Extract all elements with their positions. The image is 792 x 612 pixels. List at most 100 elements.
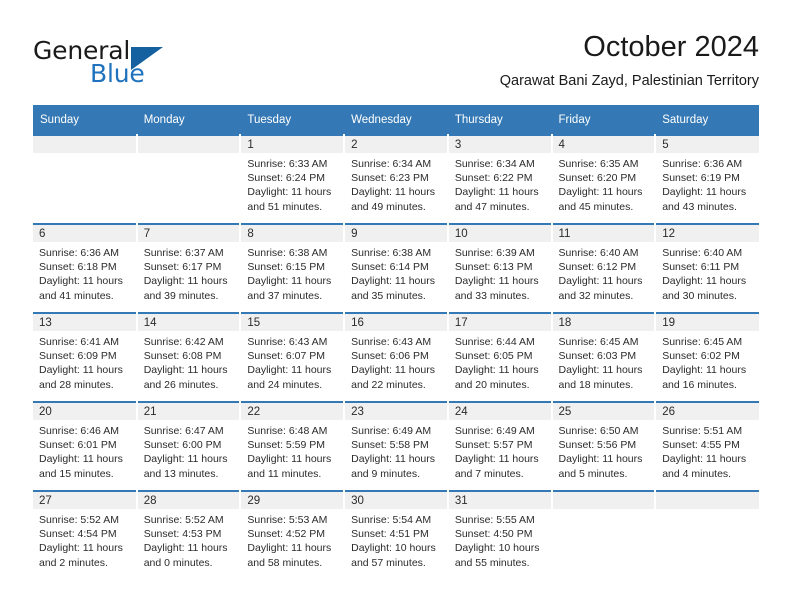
day-daylight-line1-text: Daylight: 11 hours xyxy=(662,453,747,466)
calendar-day-cell[interactable]: 19 Sunrise: 6:45 AM Sunset: 6:02 PM Dayligh… xyxy=(655,312,759,402)
day-number: 1 xyxy=(241,136,344,153)
day-cell-details: Sunrise: 6:39 AM Sunset: 6:13 PM Daylight:… xyxy=(449,242,551,303)
day-cell-inner: 14 Sunrise: 6:42 AM Sunset: 6:08 PM Dayligh… xyxy=(137,314,240,401)
calendar-day-cell[interactable]: 3 Sunrise: 6:34 AM Sunset: 6:22 PM Daylight… xyxy=(447,134,553,224)
calendar-day-cell[interactable]: 2 Sunrise: 6:34 AM Sunset: 6:23 PM Daylight… xyxy=(344,134,449,224)
day-sunset-text: Sunset: 5:58 PM xyxy=(351,439,429,452)
day-daylight-line1-text: Daylight: 11 hours xyxy=(558,364,643,377)
day-number: 16 xyxy=(345,314,447,331)
calendar-day-cell[interactable]: 13 Sunrise: 6:41 AM Sunset: 6:09 PM Dayligh… xyxy=(33,312,138,402)
calendar-day-cell[interactable]: 18 Sunrise: 6:45 AM Sunset: 6:03 PM Dayligh… xyxy=(551,312,657,402)
calendar-day-cell[interactable]: 16 Sunrise: 6:43 AM Sunset: 6:06 PM Dayligh… xyxy=(344,312,449,402)
calendar-day-cell[interactable]: 17 Sunrise: 6:44 AM Sunset: 6:05 PM Dayligh… xyxy=(447,312,553,402)
day-cell-details: Sunrise: 6:38 AM Sunset: 6:15 PM Daylight:… xyxy=(241,242,343,303)
day-daylight-line1-text: Daylight: 11 hours xyxy=(454,453,539,466)
day-daylight-line2-text: and 0 minutes. xyxy=(143,556,213,569)
calendar-day-cell[interactable]: 11 Sunrise: 6:40 AM Sunset: 6:12 PM Dayligh… xyxy=(551,223,657,313)
calendar-day-cell[interactable]: 24 Sunrise: 6:49 AM Sunset: 5:57 PM Dayligh… xyxy=(447,401,553,491)
day-number: 22 xyxy=(241,403,344,420)
calendar-day-cell[interactable]: 31 Sunrise: 5:55 AM Sunset: 4:50 PM Dayligh… xyxy=(447,490,553,579)
day-number: 4 xyxy=(552,136,655,153)
day-sunrise-text: Sunrise: 6:50 AM xyxy=(558,425,639,437)
calendar-day-cell[interactable]: 8 Sunrise: 6:38 AM Sunset: 6:15 PM Daylight… xyxy=(240,223,346,313)
day-cell-inner xyxy=(137,136,240,223)
day-sunset-text: Sunset: 4:50 PM xyxy=(454,528,533,541)
day-sunset-text: Sunset: 6:13 PM xyxy=(454,261,533,274)
day-number: 21 xyxy=(137,403,240,420)
calendar-day-cell[interactable]: 6 Sunrise: 6:36 AM Sunset: 6:18 PM Daylight… xyxy=(33,223,138,313)
calendar-day-cell[interactable]: 5 Sunrise: 6:36 AM Sunset: 6:19 PM Daylight… xyxy=(655,134,759,224)
calendar-day-cell[interactable]: 12 Sunrise: 6:40 AM Sunset: 6:11 PM Dayligh… xyxy=(655,223,759,313)
day-sunrise-text: Sunrise: 6:41 AM xyxy=(39,336,119,348)
day-daylight-line1-text: Daylight: 11 hours xyxy=(39,542,123,555)
calendar-day-cell[interactable]: 15 Sunrise: 6:43 AM Sunset: 6:07 PM Dayligh… xyxy=(240,312,346,402)
day-number: 30 xyxy=(345,492,447,509)
day-cell-inner: 1 Sunrise: 6:33 AM Sunset: 6:24 PM Daylight… xyxy=(241,136,344,223)
calendar-day-cell[interactable]: 9 Sunrise: 6:38 AM Sunset: 6:14 PM Daylight… xyxy=(344,223,449,313)
day-sunrise-text: Sunrise: 6:39 AM xyxy=(454,247,535,259)
calendar-day-cell[interactable]: 25 Sunrise: 6:50 AM Sunset: 5:56 PM Dayligh… xyxy=(551,401,657,491)
day-sunset-text: Sunset: 4:53 PM xyxy=(143,528,222,541)
general-blue-logo[interactable]: General Blue xyxy=(33,36,243,90)
calendar-day-cell[interactable]: 28 Sunrise: 5:52 AM Sunset: 4:53 PM Dayligh… xyxy=(136,490,242,579)
day-cell-details: Sunrise: 6:50 AM Sunset: 5:56 PM Daylight:… xyxy=(553,420,655,481)
calendar-day-cell[interactable]: 20 Sunrise: 6:46 AM Sunset: 6:01 PM Dayligh… xyxy=(33,401,138,491)
calendar-day-cell[interactable]: 30 Sunrise: 5:54 AM Sunset: 4:51 PM Dayligh… xyxy=(344,490,449,579)
calendar-day-cell[interactable]: 4 Sunrise: 6:35 AM Sunset: 6:20 PM Daylight… xyxy=(551,134,657,224)
day-daylight-line2-text: and 15 minutes. xyxy=(39,467,114,480)
day-daylight-line2-text: and 41 minutes. xyxy=(39,289,114,302)
calendar-week-row: 6 Sunrise: 6:36 AM Sunset: 6:18 PM Daylight… xyxy=(33,223,759,313)
day-cell-inner: 9 Sunrise: 6:38 AM Sunset: 6:14 PM Daylight… xyxy=(345,225,447,312)
calendar-day-cell-empty xyxy=(136,134,242,224)
day-cell-details: Sunrise: 6:36 AM Sunset: 6:19 PM Daylight:… xyxy=(656,153,759,214)
day-number: 13 xyxy=(33,314,136,331)
day-sunrise-text: Sunrise: 5:54 AM xyxy=(351,514,432,526)
day-sunrise-text: Sunrise: 5:52 AM xyxy=(143,514,224,526)
day-cell-inner: 7 Sunrise: 6:37 AM Sunset: 6:17 PM Daylight… xyxy=(137,225,240,312)
day-daylight-line2-text: and 51 minutes. xyxy=(247,200,323,213)
day-sunrise-text: Sunrise: 6:44 AM xyxy=(454,336,535,348)
day-sunrise-text: Sunrise: 6:45 AM xyxy=(662,336,743,348)
calendar-day-cell[interactable]: 22 Sunrise: 6:48 AM Sunset: 5:59 PM Dayligh… xyxy=(240,401,346,491)
day-daylight-line1-text: Daylight: 11 hours xyxy=(558,453,643,466)
calendar-day-cell[interactable]: 7 Sunrise: 6:37 AM Sunset: 6:17 PM Daylight… xyxy=(136,223,242,313)
calendar-week-row: 1 Sunrise: 6:33 AM Sunset: 6:24 PM Daylight… xyxy=(33,134,759,224)
day-daylight-line2-text: and 16 minutes. xyxy=(662,378,737,391)
calendar-day-cell[interactable]: 26 Sunrise: 5:51 AM Sunset: 4:55 PM Dayligh… xyxy=(655,401,759,491)
day-sunrise-text: Sunrise: 6:36 AM xyxy=(662,158,743,170)
day-number: 9 xyxy=(345,225,447,242)
calendar-day-cell[interactable]: 23 Sunrise: 6:49 AM Sunset: 5:58 PM Dayligh… xyxy=(344,401,449,491)
day-cell-inner: 23 Sunrise: 6:49 AM Sunset: 5:58 PM Dayligh… xyxy=(345,403,447,490)
calendar-day-cell[interactable]: 10 Sunrise: 6:39 AM Sunset: 6:13 PM Dayligh… xyxy=(447,223,553,313)
day-daylight-line1-text: Daylight: 10 hours xyxy=(351,542,436,555)
day-cell-inner: 26 Sunrise: 5:51 AM Sunset: 4:55 PM Dayligh… xyxy=(656,403,759,490)
day-sunset-text: Sunset: 6:11 PM xyxy=(662,261,740,274)
day-cell-inner: 10 Sunrise: 6:39 AM Sunset: 6:13 PM Dayligh… xyxy=(448,225,551,312)
day-cell-details: Sunrise: 6:49 AM Sunset: 5:58 PM Daylight:… xyxy=(345,420,447,481)
day-daylight-line1-text: Daylight: 11 hours xyxy=(247,364,332,377)
weekday-header-wednesday: Wednesday xyxy=(344,105,448,135)
calendar-head: Sunday Monday Tuesday Wednesday Thursday… xyxy=(33,105,759,135)
day-sunset-text: Sunset: 6:19 PM xyxy=(662,172,740,185)
day-cell-details: Sunrise: 5:53 AM Sunset: 4:52 PM Daylight:… xyxy=(241,509,343,570)
day-cell-inner: 24 Sunrise: 6:49 AM Sunset: 5:57 PM Dayligh… xyxy=(448,403,551,490)
day-cell-inner xyxy=(33,136,136,223)
calendar-day-cell[interactable]: 29 Sunrise: 5:53 AM Sunset: 4:52 PM Dayligh… xyxy=(240,490,346,579)
day-daylight-line2-text: and 33 minutes. xyxy=(454,289,530,302)
day-cell-details: Sunrise: 6:49 AM Sunset: 5:57 PM Daylight:… xyxy=(449,420,551,481)
day-sunrise-text: Sunrise: 5:51 AM xyxy=(662,425,743,437)
day-daylight-line1-text: Daylight: 11 hours xyxy=(39,364,123,377)
day-sunrise-text: Sunrise: 6:46 AM xyxy=(39,425,119,437)
calendar-day-cell[interactable]: 27 Sunrise: 5:52 AM Sunset: 4:54 PM Dayligh… xyxy=(33,490,138,579)
day-cell-details: Sunrise: 6:46 AM Sunset: 6:01 PM Daylight:… xyxy=(33,420,136,481)
calendar-day-cell[interactable]: 1 Sunrise: 6:33 AM Sunset: 6:24 PM Daylight… xyxy=(240,134,346,224)
day-sunset-text: Sunset: 6:15 PM xyxy=(247,261,326,274)
calendar-day-cell[interactable]: 21 Sunrise: 6:47 AM Sunset: 6:00 PM Dayligh… xyxy=(136,401,242,491)
day-sunset-text: Sunset: 4:54 PM xyxy=(39,528,117,541)
day-daylight-line2-text: and 7 minutes. xyxy=(454,467,524,480)
day-sunrise-text: Sunrise: 6:37 AM xyxy=(143,247,224,259)
day-number: 26 xyxy=(656,403,759,420)
calendar-day-cell[interactable]: 14 Sunrise: 6:42 AM Sunset: 6:08 PM Dayligh… xyxy=(136,312,242,402)
day-sunset-text: Sunset: 5:56 PM xyxy=(558,439,637,452)
day-number: 27 xyxy=(33,492,136,509)
